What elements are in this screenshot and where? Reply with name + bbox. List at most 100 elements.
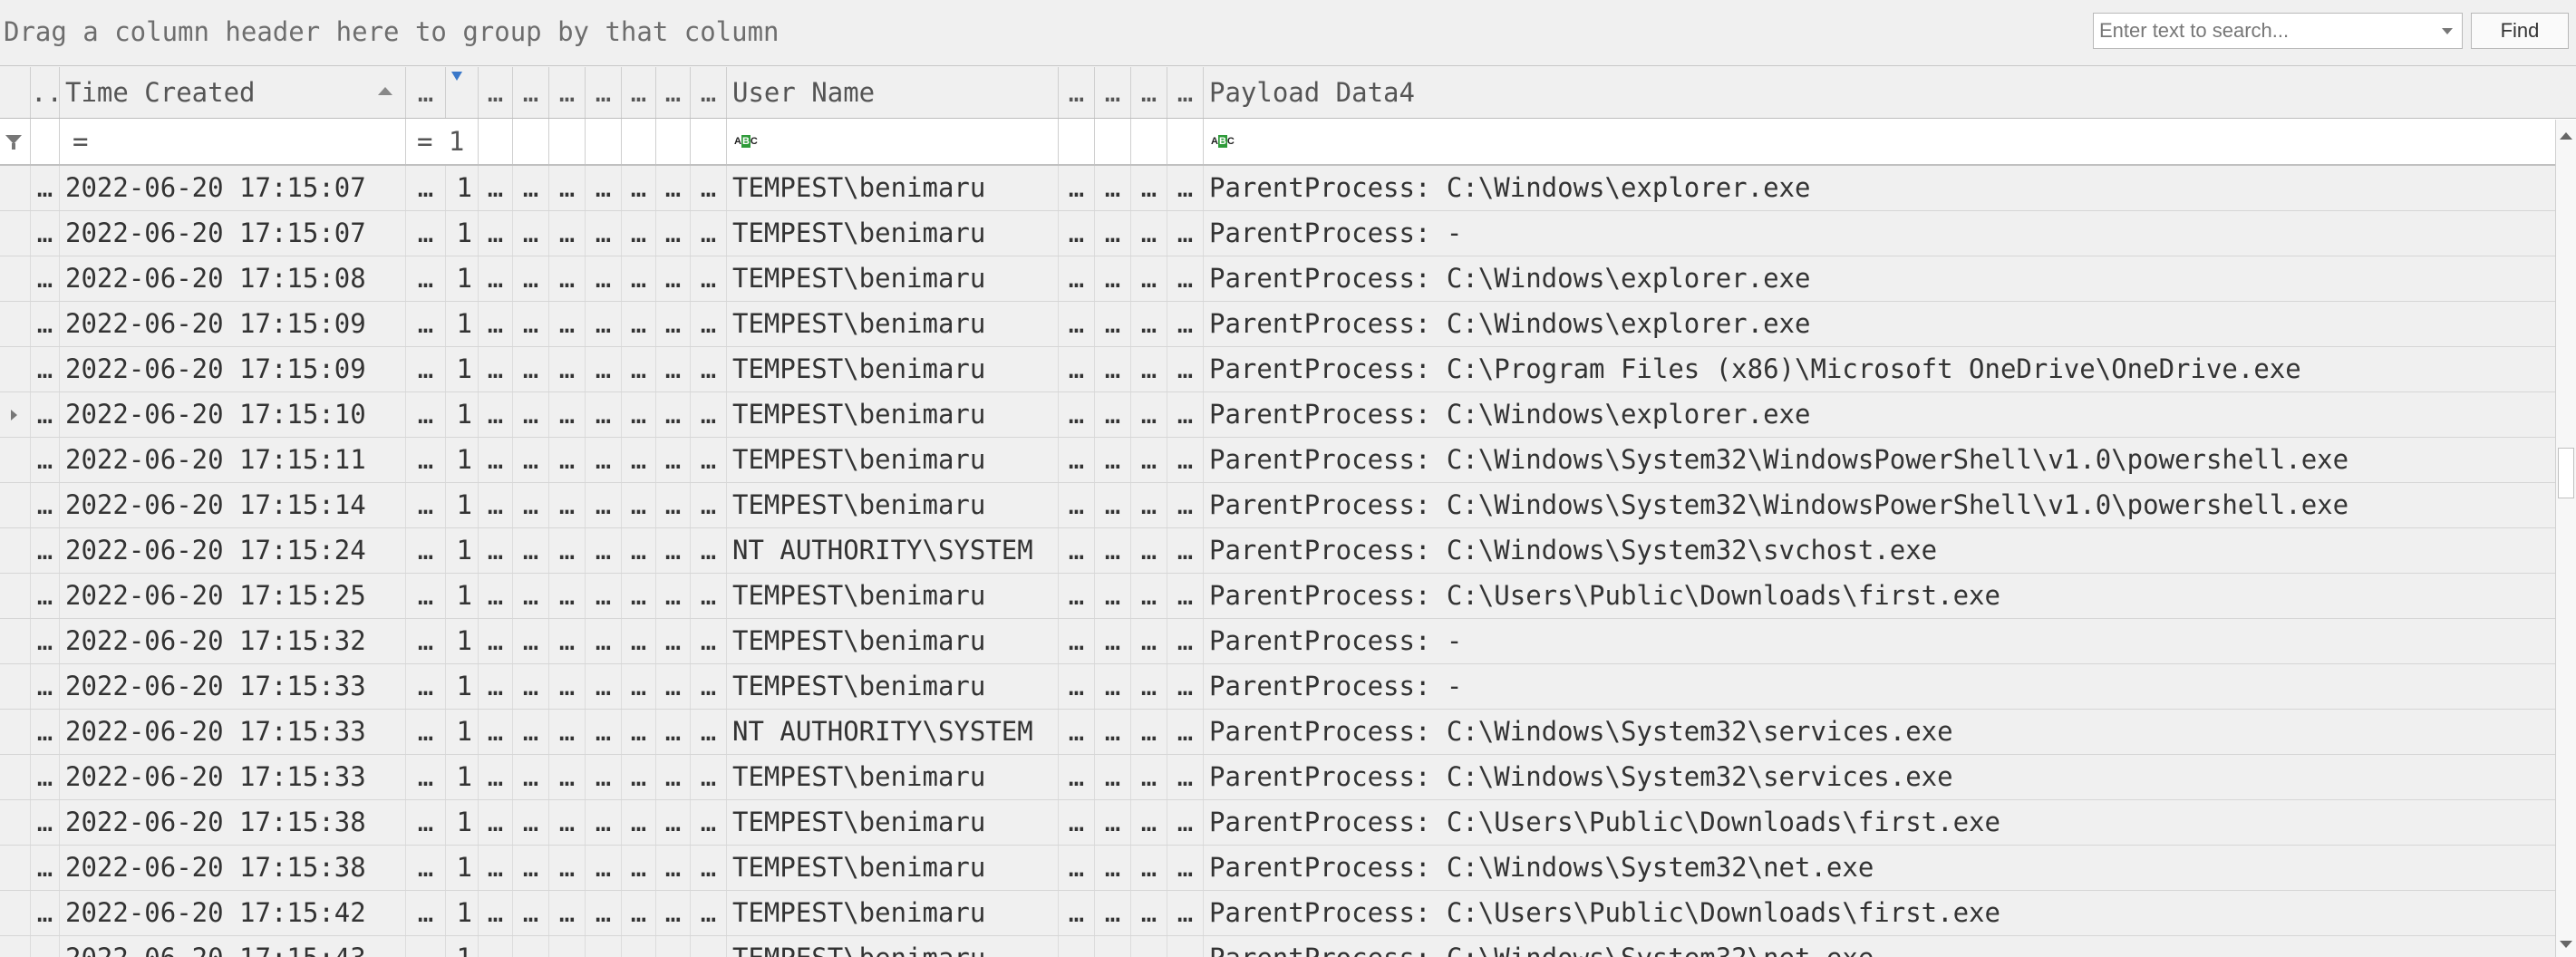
filter-cell[interactable] (479, 119, 513, 164)
collapsed-cell[interactable]: … (691, 936, 727, 957)
column-header-collapsed[interactable]: … (406, 67, 446, 118)
scroll-up-icon[interactable] (2560, 132, 2572, 140)
user-name-cell[interactable]: TEMPEST\benimaru (727, 936, 1059, 957)
user-name-cell[interactable]: TEMPEST\benimaru (727, 392, 1059, 437)
collapsed-cell[interactable]: … (622, 619, 656, 663)
collapsed-cell[interactable]: … (406, 755, 446, 799)
payload-data4-cell[interactable]: ParentProcess: C:\Windows\System32\Windo… (1204, 438, 2556, 482)
collapsed-cell[interactable]: … (1095, 755, 1131, 799)
collapsed-cell[interactable]: … (513, 211, 549, 256)
collapsed-cell[interactable]: … (1095, 392, 1131, 437)
collapsed-cell[interactable]: … (513, 710, 549, 754)
table-row[interactable]: … 2022-06-20 17:15:24… 1………………… NT AUTHORIT… (0, 528, 2576, 574)
filter-count[interactable]: = 1 (406, 119, 479, 164)
collapsed-cell[interactable]: … (406, 936, 446, 957)
payload-data4-cell[interactable]: ParentProcess: C:\Windows\explorer.exe (1204, 256, 2556, 301)
collapsed-cell[interactable]: … (622, 166, 656, 210)
collapsed-cell[interactable]: … (31, 347, 60, 392)
collapsed-cell[interactable]: … (622, 936, 656, 957)
collapsed-cell[interactable]: … (1059, 483, 1095, 527)
collapsed-cell[interactable]: … (1059, 392, 1095, 437)
collapsed-cell[interactable]: … (549, 891, 586, 935)
collapsed-cell[interactable]: … (31, 211, 60, 256)
table-row[interactable]: … 2022-06-20 17:15:11… 1………………… TEMPEST\ben… (0, 438, 2576, 483)
count-cell[interactable]: 1 (446, 302, 479, 346)
column-header-collapsed[interactable]: … (586, 67, 622, 118)
collapsed-cell[interactable]: … (1095, 800, 1131, 845)
collapsed-cell[interactable]: … (513, 347, 549, 392)
collapsed-cell[interactable]: … (586, 846, 622, 890)
collapsed-cell[interactable]: … (406, 574, 446, 618)
table-row[interactable]: …2022-06-20 17:15:43…1…………………TEMPEST\ben… (0, 936, 2576, 957)
row-indicator-cell[interactable] (0, 619, 31, 663)
collapsed-cell[interactable]: … (406, 166, 446, 210)
collapsed-cell[interactable]: … (1167, 528, 1204, 573)
count-cell[interactable]: 1 (446, 166, 479, 210)
collapsed-cell[interactable]: … (622, 755, 656, 799)
count-cell[interactable]: 1 (446, 800, 479, 845)
payload-data4-cell[interactable]: ParentProcess: - (1204, 211, 2556, 256)
collapsed-cell[interactable]: … (1095, 302, 1131, 346)
table-row[interactable]: … 2022-06-20 17:15:33… 1………………… TEMPEST\ben… (0, 664, 2576, 710)
collapsed-cell[interactable]: … (586, 574, 622, 618)
collapsed-cell[interactable]: … (1059, 710, 1095, 754)
collapsed-cell[interactable]: … (622, 891, 656, 935)
collapsed-cell[interactable]: … (1059, 574, 1095, 618)
count-cell[interactable]: 1 (446, 936, 479, 957)
collapsed-cell[interactable]: … (1131, 574, 1167, 618)
collapsed-cell[interactable]: … (549, 574, 586, 618)
count-cell[interactable]: 1 (446, 619, 479, 663)
collapsed-cell[interactable]: … (1095, 528, 1131, 573)
collapsed-cell[interactable]: … (31, 800, 60, 845)
collapsed-cell[interactable]: … (406, 483, 446, 527)
table-row[interactable]: … 2022-06-20 17:15:42… 1………………… TEMPEST\ben… (0, 891, 2576, 936)
collapsed-cell[interactable]: … (1167, 302, 1204, 346)
collapsed-cell[interactable]: … (549, 392, 586, 437)
collapsed-cell[interactable]: … (656, 846, 691, 890)
table-row[interactable]: … 2022-06-20 17:15:10… 1………………… TEMPEST\ben… (0, 392, 2576, 438)
user-name-cell[interactable]: TEMPEST\benimaru (727, 302, 1059, 346)
time-created-cell[interactable]: 2022-06-20 17:15:09 (60, 302, 406, 346)
payload-data4-cell[interactable]: ParentProcess: C:\Windows\explorer.exe (1204, 166, 2556, 210)
collapsed-cell[interactable]: … (1059, 936, 1095, 957)
time-created-cell[interactable]: 2022-06-20 17:15:33 (60, 710, 406, 754)
collapsed-cell[interactable]: … (656, 438, 691, 482)
table-row[interactable]: … 2022-06-20 17:15:07… 1………………… TEMPEST\ben… (0, 211, 2576, 256)
payload-data4-cell[interactable]: ParentProcess: C:\Windows\explorer.exe (1204, 302, 2556, 346)
collapsed-cell[interactable]: … (31, 438, 60, 482)
collapsed-cell[interactable]: … (691, 619, 727, 663)
filter-time-created[interactable]: = (60, 119, 406, 164)
collapsed-cell[interactable]: … (479, 166, 513, 210)
search-dropdown-icon[interactable] (2442, 28, 2453, 34)
collapsed-cell[interactable]: … (586, 936, 622, 957)
collapsed-cell[interactable]: … (31, 166, 60, 210)
column-header-payload-data4[interactable]: Payload Data4 (1204, 67, 2556, 118)
collapsed-cell[interactable]: … (1131, 800, 1167, 845)
collapsed-cell[interactable]: … (1095, 936, 1131, 957)
table-row[interactable]: … 2022-06-20 17:15:38… 1………………… TEMPEST\ben… (0, 846, 2576, 891)
collapsed-cell[interactable]: … (1167, 438, 1204, 482)
column-header-collapsed[interactable]: … (549, 67, 586, 118)
collapsed-cell[interactable]: … (479, 438, 513, 482)
column-header-count[interactable] (446, 67, 479, 118)
collapsed-cell[interactable]: … (586, 347, 622, 392)
collapsed-cell[interactable]: … (656, 392, 691, 437)
collapsed-cell[interactable]: … (1131, 256, 1167, 301)
collapsed-cell[interactable]: … (549, 800, 586, 845)
collapsed-cell[interactable]: … (1131, 166, 1167, 210)
collapsed-cell[interactable]: … (513, 619, 549, 663)
count-cell[interactable]: 1 (446, 528, 479, 573)
filter-cell[interactable] (586, 119, 622, 164)
vertical-scrollbar[interactable] (2555, 120, 2576, 957)
filter-cell[interactable] (31, 119, 60, 164)
count-cell[interactable]: 1 (446, 891, 479, 935)
count-cell[interactable]: 1 (446, 438, 479, 482)
collapsed-cell[interactable]: … (622, 302, 656, 346)
collapsed-cell[interactable]: … (549, 528, 586, 573)
payload-data4-cell[interactable]: ParentProcess: C:\Users\Public\Downloads… (1204, 574, 2556, 618)
row-indicator-cell[interactable] (0, 392, 31, 437)
group-by-panel[interactable]: Drag a column header here to group by th… (0, 0, 2576, 66)
collapsed-cell[interactable]: … (1131, 392, 1167, 437)
collapsed-cell[interactable]: … (1131, 302, 1167, 346)
column-header-collapsed[interactable]: … (1095, 67, 1131, 118)
